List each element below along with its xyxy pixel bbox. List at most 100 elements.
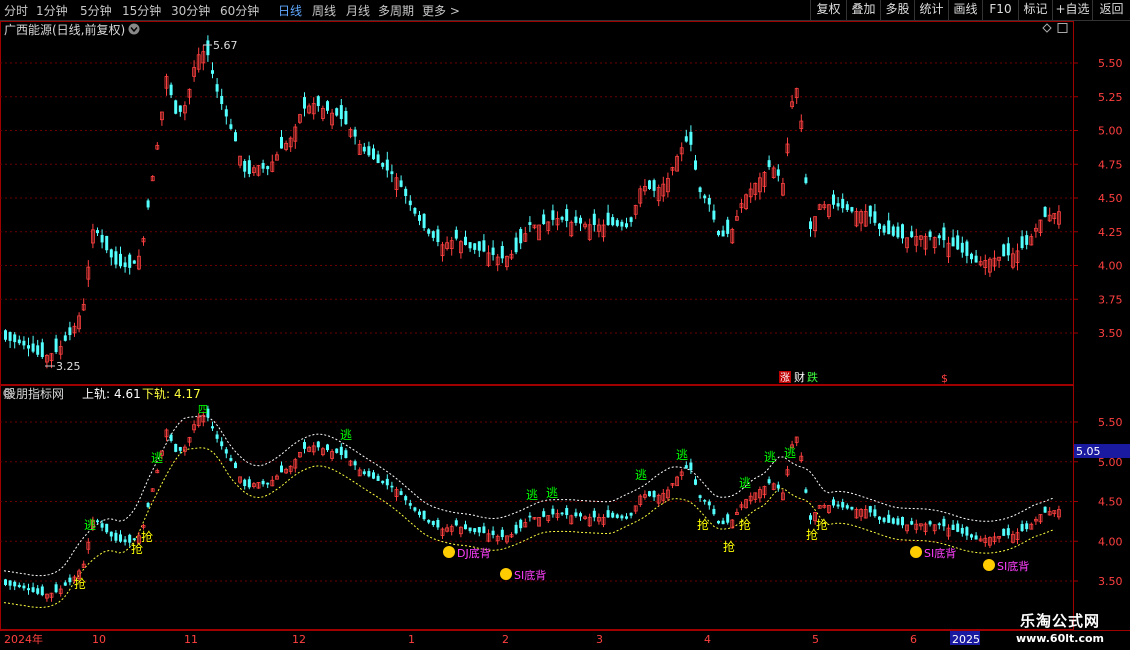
sell-signal: 逃 bbox=[546, 486, 558, 500]
candle-body-down bbox=[698, 495, 702, 499]
candle-body-down bbox=[694, 479, 697, 485]
candle-body-down bbox=[528, 515, 532, 518]
candle-body-down bbox=[574, 512, 578, 517]
candle-body-down bbox=[1002, 244, 1006, 257]
buy-signal: 抢 bbox=[74, 576, 86, 591]
period-tab-15min[interactable]: 15分钟 bbox=[122, 2, 161, 19]
candle-body-down bbox=[901, 224, 904, 239]
title-dropdown-icon[interactable] bbox=[128, 23, 140, 35]
candle-body-down bbox=[418, 511, 421, 515]
candle-body-down bbox=[339, 105, 343, 120]
candle-body-down bbox=[68, 327, 72, 336]
sell-signal: 逃 bbox=[526, 488, 538, 502]
multi-stock-button[interactable]: 多股 bbox=[880, 0, 914, 20]
candle-body-down bbox=[1025, 523, 1029, 530]
main-price-tick: 4.50 bbox=[1098, 192, 1123, 205]
candle-body-down bbox=[431, 521, 435, 525]
event-badges: 涨 财 跌 $ bbox=[779, 370, 948, 385]
period-tab-5min[interactable]: 5分钟 bbox=[80, 2, 112, 19]
stats-button[interactable]: 统计 bbox=[914, 0, 948, 20]
draw-line-button[interactable]: 画线 bbox=[948, 0, 982, 20]
date-axis: 2024年 10 11 12 1 2 3 4 5 6 2025 bbox=[4, 631, 980, 646]
candle-body-down bbox=[229, 458, 233, 461]
candle-body-down bbox=[215, 434, 219, 439]
candle-body-down bbox=[22, 585, 26, 589]
main-price-tick: 4.25 bbox=[1098, 226, 1123, 239]
mark-button[interactable]: 标记 bbox=[1018, 0, 1052, 20]
current-price-label: 5.05 bbox=[1076, 445, 1101, 458]
svg-text:涨: 涨 bbox=[780, 372, 790, 384]
candle-body-down bbox=[385, 159, 389, 171]
candle-body-down bbox=[4, 330, 7, 340]
buy-signal: 抢 bbox=[697, 517, 709, 532]
candle-body-down bbox=[565, 508, 569, 516]
candle-body-down bbox=[31, 343, 35, 352]
smiley-icon bbox=[983, 559, 995, 571]
date-label-2025: 2025 bbox=[952, 633, 980, 646]
candle-body-down bbox=[694, 160, 697, 170]
adjust-button[interactable]: 复权 bbox=[810, 0, 846, 20]
candle-body-down bbox=[965, 527, 969, 536]
period-tab-timeshare[interactable]: 分时 bbox=[4, 2, 28, 19]
watermark-title: 乐淘公式网 bbox=[1019, 612, 1100, 630]
period-tab-weekly[interactable]: 周线 bbox=[312, 2, 336, 19]
smiley-icon bbox=[443, 546, 455, 558]
candle-body-down bbox=[574, 216, 578, 223]
period-tab-60min[interactable]: 60分钟 bbox=[220, 2, 259, 19]
add-watchlist-button[interactable]: +自选 bbox=[1052, 0, 1092, 20]
candle-body-down bbox=[381, 480, 385, 484]
main-panel-gridlines bbox=[0, 62, 1073, 334]
annotation-dj: DJ底背 bbox=[457, 546, 491, 560]
back-button[interactable]: 返回 bbox=[1092, 0, 1130, 20]
candle-body-down bbox=[169, 84, 173, 96]
candle-body-down bbox=[519, 519, 523, 529]
candle-body-down bbox=[234, 462, 237, 469]
period-tab-multi[interactable]: 多周期 bbox=[378, 2, 414, 19]
candle-body-down bbox=[40, 342, 44, 358]
candle-body-down bbox=[891, 518, 895, 524]
candle-body-down bbox=[36, 345, 40, 355]
candle-body-down bbox=[224, 449, 228, 454]
candle-body-down bbox=[684, 465, 688, 469]
divergence-annotations: DJ底背 SI底背 SI底背 SI底背 bbox=[443, 546, 1029, 582]
candle-body-down bbox=[454, 229, 458, 239]
more-periods-menu[interactable]: 更多 > bbox=[422, 2, 460, 19]
main-price-tick: 5.25 bbox=[1098, 91, 1123, 104]
candle-body-down bbox=[266, 482, 270, 485]
main-price-tick: 4.00 bbox=[1098, 260, 1123, 273]
diamond-icon[interactable] bbox=[1042, 23, 1052, 33]
indicator-title: 股朋指标网 bbox=[4, 386, 64, 401]
f10-button[interactable]: F10 bbox=[982, 0, 1018, 20]
period-tab-monthly[interactable]: 月线 bbox=[346, 2, 370, 19]
period-tab-1min[interactable]: 1分钟 bbox=[36, 2, 68, 19]
candle-body-down bbox=[303, 97, 306, 109]
candle-body-down bbox=[326, 101, 329, 111]
candle-body-down bbox=[408, 503, 412, 506]
candle-body-down bbox=[882, 517, 886, 522]
candle-body-down bbox=[105, 235, 109, 251]
candle-body-down bbox=[399, 491, 403, 495]
smiley-icon bbox=[910, 546, 922, 558]
candle-body-down bbox=[234, 132, 237, 142]
candle-body-down bbox=[261, 162, 265, 169]
candle-body-down bbox=[436, 519, 440, 528]
candle-body-down bbox=[482, 240, 486, 252]
kline-chart[interactable]: 广西能源(日线,前复权) 股朋指标网 上轨: 4.61 下轨: 4.17 5.5… bbox=[0, 21, 1130, 650]
date-label-apr: 4 bbox=[704, 633, 711, 646]
expand-icon[interactable] bbox=[1057, 23, 1068, 33]
overlay-button[interactable]: 叠加 bbox=[846, 0, 880, 20]
lower-band-value: 4.17 bbox=[174, 387, 201, 401]
candle-body-down bbox=[1025, 235, 1029, 245]
candle-body-down bbox=[551, 508, 555, 515]
candle-body-down bbox=[956, 523, 960, 532]
period-tab-daily[interactable]: 日线 bbox=[278, 2, 302, 19]
main-price-tick: 5.00 bbox=[1098, 125, 1123, 138]
candle-body-down bbox=[404, 188, 408, 197]
period-tab-30min[interactable]: 30分钟 bbox=[171, 2, 210, 19]
candle-body-down bbox=[970, 534, 973, 538]
candle-body-down bbox=[629, 217, 633, 222]
candle-body-down bbox=[652, 490, 656, 498]
candle-body-down bbox=[928, 521, 932, 525]
indicator-price-axis: 5.505.004.504.003.50 bbox=[1073, 416, 1123, 588]
candle-body-down bbox=[353, 129, 357, 137]
